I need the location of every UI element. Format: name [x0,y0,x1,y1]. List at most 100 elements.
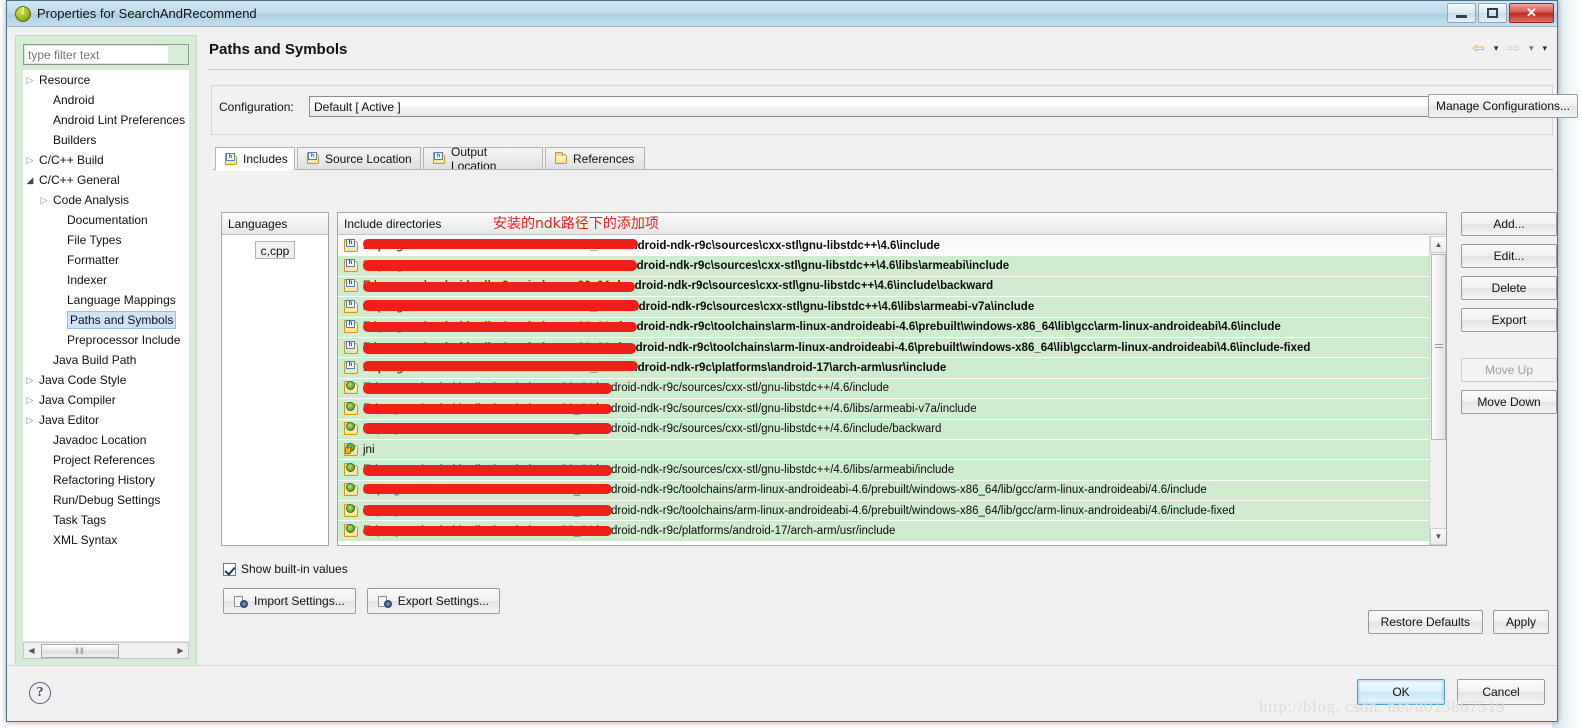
include-directory-row[interactable]: E:/program/android-ndk-r9c-windows-x86_6… [338,399,1431,420]
tab-output-location[interactable]: h Output Location [423,145,543,173]
scroll-left-icon[interactable]: ◀ [24,646,39,655]
forward-history-caret-icon[interactable]: ▾ [1529,43,1534,54]
sidebar-item-task-tags[interactable]: Task Tags [23,510,189,530]
sidebar-item-android-lint-preferences[interactable]: Android Lint Preferences [23,110,189,130]
include-directory-row[interactable]: hE:\program\android-ndk-r9c-windows-x86_… [338,256,1431,277]
include-directory-row[interactable]: E:/program/android-ndk-r9c-windows-x86_6… [338,460,1431,481]
sidebar-item-run-debug-settings[interactable]: Run/Debug Settings [23,490,189,510]
manage-configurations-button[interactable]: Manage Configurations... [1428,94,1578,118]
edit-button[interactable]: Edit... [1461,244,1557,268]
forward-arrow-icon[interactable]: ⇨ [1507,41,1520,56]
sidebar-item-c-c-build[interactable]: ▷ C/C++ Build [23,150,189,170]
apply-button[interactable]: Apply [1492,610,1549,634]
sidebar-item-language-mappings[interactable]: Language Mappings [23,290,189,310]
include-folder-icon: h [224,152,239,166]
back-arrow-icon[interactable]: ⇦ [1472,41,1485,56]
help-icon[interactable]: ? [29,682,51,704]
back-history-caret-icon[interactable]: ▾ [1494,43,1499,54]
page-menu-caret-icon[interactable]: ▾ [1542,43,1547,54]
sidebar-item-documentation[interactable]: Documentation [23,210,189,230]
scroll-down-icon[interactable]: ▼ [1430,528,1446,545]
chevron-collapsed-icon[interactable]: ▷ [25,390,35,410]
include-directory-row[interactable]: E:/program/android-ndk-r9c-windows-x86_6… [338,501,1431,522]
scroll-up-icon[interactable]: ▲ [1430,236,1446,253]
export-button[interactable]: Export [1461,308,1557,332]
include-directories-list[interactable]: hE:\program\android-ndk-r9c-windows-x86_… [338,236,1431,542]
include-directory-row[interactable]: jni [338,439,1431,461]
chevron-expanded-icon[interactable]: ◢ [25,170,35,190]
export-settings-button[interactable]: Export Settings... [366,588,501,614]
include-directory-row[interactable]: E:/program/android-ndk-r9c-windows-x86_6… [338,480,1431,502]
chevron-collapsed-icon[interactable]: ▷ [25,370,35,390]
include-directory-row[interactable]: hE:\program\android-ndk-r9c-windows-x86_… [338,297,1431,318]
close-button[interactable]: ✕ [1509,3,1554,23]
active-tab-underline [216,169,290,171]
sidebar-item-file-types[interactable]: File Types [23,230,189,250]
sidebar-item-refactoring-history[interactable]: Refactoring History [23,470,189,490]
language-item[interactable]: c,cpp [255,241,295,259]
include-directory-row[interactable]: hE:\program\android-ndk-r9c-windows-x86_… [338,337,1431,359]
sidebar-item-java-compiler[interactable]: ▷ Java Compiler [23,390,189,410]
include-directory-path: jni [363,443,375,456]
add-button[interactable]: Add... [1461,212,1557,236]
source-folder-icon [343,381,360,395]
sidebar-item-resource[interactable]: ▷ Resource [23,70,189,90]
chevron-collapsed-icon[interactable]: ▷ [25,410,35,430]
sidebar-item-java-code-style[interactable]: ▷ Java Code Style [23,370,189,390]
sidebar-item-java-editor[interactable]: ▷ Java Editor [23,410,189,430]
sidebar-item-project-references[interactable]: Project References [23,450,189,470]
move-down-button[interactable]: Move Down [1461,390,1557,414]
scroll-right-icon[interactable]: ▶ [173,646,188,655]
maximize-button[interactable] [1478,3,1507,23]
source-folder-icon: h [306,152,321,165]
chevron-collapsed-icon[interactable]: ▷ [25,150,35,170]
include-directory-row[interactable]: hE:\program\android-ndk-r9c-windows-x86_… [338,276,1431,298]
sidebar-item-indexer[interactable]: Indexer [23,270,189,290]
sidebar-item-c-c-general[interactable]: ◢ C/C++ General [23,170,189,190]
restore-defaults-button[interactable]: Restore Defaults [1367,610,1483,634]
page-title: Paths and Symbols [209,41,348,58]
tree-scroll-thumb[interactable]: ‖‖ [41,643,119,658]
sidebar-item-xml-syntax[interactable]: XML Syntax [23,530,189,550]
sidebar-item-javadoc-location[interactable]: Javadoc Location [23,430,189,450]
include-scroll-thumb[interactable] [1431,254,1446,440]
search-input[interactable] [25,46,168,63]
sidebar-item-java-build-path[interactable]: Java Build Path [23,350,189,370]
include-directory-path: /android-ndk-r9c/sources/cxx-stl/gnu-lib… [595,423,942,436]
page-navigation: ⇦ ▾ ⇨ ▾ ▾ [1472,41,1547,56]
delete-button[interactable]: Delete [1461,276,1557,300]
dialog-body: ▷ Resource Android Android Lint Preferences… [7,27,1578,683]
configuration-dropdown[interactable]: Default [ Active ] ▼ [309,96,1492,117]
include-list-scrollbar[interactable]: ▲ ▼ [1429,236,1446,545]
show-builtin-values-checkbox[interactable]: Show built-in values [223,562,348,576]
sidebar-item-formatter[interactable]: Formatter [23,250,189,270]
tree-horizontal-scrollbar[interactable]: ◀ ‖‖ ▶ [23,642,189,659]
redaction-mark [363,281,635,292]
includes-tab-page: Languages c,cpp Include directories 安装的n… [213,170,1557,640]
include-directory-row[interactable]: E:/program/android-ndk-r9c-windows-x86_6… [338,419,1431,440]
minimize-button[interactable] [1447,3,1476,23]
include-directory-row[interactable]: hE:\program\android-ndk-r9c-windows-x86_… [338,236,1431,257]
include-directory-row[interactable]: hE:\program\android-ndk-r9c-windows-x86_… [338,317,1431,338]
sidebar-item-code-analysis[interactable]: ▷ Code Analysis [23,190,189,210]
tab-references[interactable]: References [545,147,645,169]
tab-source-location[interactable]: h Source Location [297,147,421,169]
settings-tree[interactable]: ▷ Resource Android Android Lint Preferences… [23,70,189,641]
properties-dialog: Properties for SearchAndRecommend ✕ ▷ Res… [6,0,1578,722]
tab-includes[interactable]: h Includes [215,147,295,170]
sidebar-item-label: Java Editor [39,413,100,427]
sidebar-item-builders[interactable]: Builders [23,130,189,150]
redaction-mark [363,404,612,415]
include-directory-row[interactable]: hE:\program\android-ndk-r9c-windows-x86_… [338,358,1431,379]
chevron-collapsed-icon[interactable]: ▷ [25,70,35,90]
sidebar-item-label: XML Syntax [53,533,118,547]
checkbox-icon[interactable] [223,562,236,576]
sidebar-item-preprocessor-include[interactable]: Preprocessor Include [23,330,189,350]
chevron-collapsed-icon[interactable]: ▷ [39,190,49,210]
import-settings-button[interactable]: Import Settings... [223,588,356,614]
sidebar-item-paths-and-symbols[interactable]: Paths and Symbols [23,310,189,330]
include-directory-row[interactable]: E:/program/android-ndk-r9c-windows-x86_6… [338,378,1431,400]
include-directory-row[interactable]: E:/program/android-ndk-r9c-windows-x86_6… [338,521,1431,542]
sidebar-item-label: Language Mappings [67,293,176,307]
sidebar-item-android[interactable]: Android [23,90,189,110]
